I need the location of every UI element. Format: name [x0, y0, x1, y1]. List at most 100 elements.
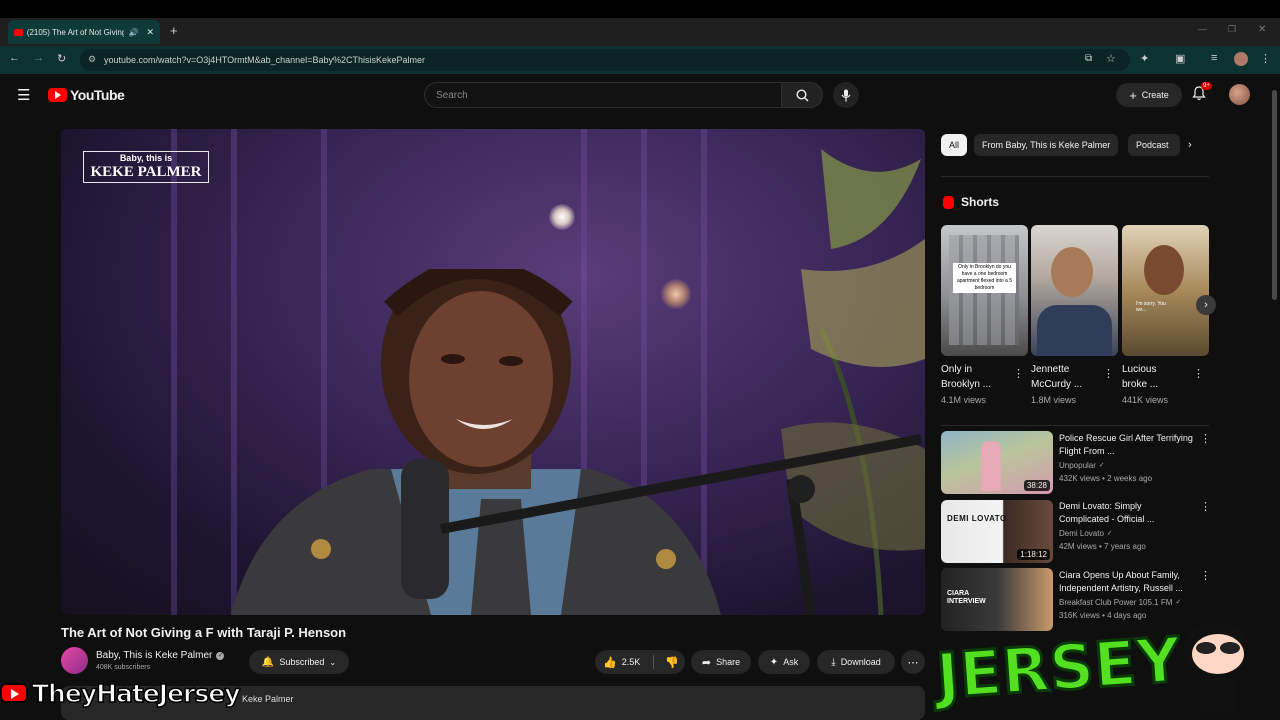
short-title-line: McCurdy ... — [1031, 379, 1083, 390]
short-menu-icon[interactable]: ⋮ — [1193, 367, 1204, 380]
video-title-link[interactable]: Demi Lovato: Simply Complicated - Offici… — [1059, 500, 1194, 526]
browser-menu-icon[interactable]: ⋮ — [1260, 52, 1271, 65]
channel-name-text: Baby, This is Keke Palmer — [96, 650, 213, 661]
thumbs-up-icon: 👍 — [603, 656, 617, 669]
video-player[interactable]: Baby, this is KEKE PALMER — [61, 129, 925, 615]
short-menu-icon[interactable]: ⋮ — [1013, 367, 1024, 380]
short-thumbnail[interactable]: I'm sorry. You wo... — [1122, 225, 1209, 356]
download-icon: ⤓ — [831, 656, 836, 668]
chip-all[interactable]: All — [941, 134, 968, 156]
create-button[interactable]: + Create — [1116, 83, 1182, 107]
channel-avatar[interactable] — [61, 647, 88, 674]
forward-icon[interactable]: → — [33, 52, 44, 64]
minimize-icon[interactable]: — — [1198, 24, 1207, 34]
streamer-name-overlay: TheyHateJersey — [0, 678, 241, 709]
verified-check-icon: ✓ — [1106, 530, 1113, 537]
shorts-next-button[interactable]: › — [1196, 295, 1216, 315]
video-thumbnail[interactable]: DEMI LOVATO 1:18:12 — [941, 500, 1053, 563]
share-label: Share — [716, 657, 741, 667]
description-preview: Keke Palmer — [242, 694, 294, 704]
search-input[interactable]: Search — [424, 82, 782, 108]
install-app-icon[interactable]: ⧉ — [1085, 53, 1092, 64]
jersey-graffiti-overlay: JERSEY — [930, 621, 1180, 714]
more-horizontal-icon: ⋯ — [907, 656, 919, 669]
channel-name[interactable]: Unpopular ✓ — [1059, 459, 1105, 472]
voice-search-button[interactable] — [833, 82, 859, 108]
video-thumbnail[interactable]: 38:28 — [941, 431, 1053, 494]
search-button[interactable] — [781, 82, 823, 108]
notifications-button[interactable]: 9+ — [1192, 82, 1212, 104]
video-menu-icon[interactable]: ⋮ — [1200, 569, 1211, 582]
cartoon-character-sticker — [1178, 618, 1258, 714]
video-menu-icon[interactable]: ⋮ — [1200, 500, 1211, 513]
reload-icon[interactable]: ↻ — [57, 52, 66, 65]
short-title[interactable]: Lucious broke ... — [1122, 362, 1192, 392]
share-button[interactable]: ➦ Share — [691, 650, 751, 674]
short-person-body — [1037, 305, 1112, 356]
channel-name[interactable]: Demi Lovato ✓ — [1059, 527, 1113, 540]
hamburger-menu-icon[interactable]: ☰ — [17, 86, 30, 104]
media-control-icon[interactable]: ≡ — [1211, 52, 1217, 64]
bookmark-star-icon[interactable]: ☆ — [1106, 52, 1116, 65]
video-title-link[interactable]: Ciara Opens Up About Family, Independent… — [1059, 569, 1194, 595]
video-menu-icon[interactable]: ⋮ — [1200, 432, 1211, 445]
sidebar-divider — [941, 425, 1209, 426]
chevron-down-icon: ⌄ — [329, 657, 337, 667]
page-scrollbar[interactable] — [1272, 90, 1277, 300]
profile-avatar-icon[interactable] — [1234, 52, 1248, 66]
tab-title: (2105) The Art of Not Giving — [26, 27, 125, 37]
youtube-badge-icon — [0, 683, 28, 703]
subscribed-button[interactable]: 🔔 Subscribed ⌄ — [249, 650, 349, 674]
chip-scroll-right-icon[interactable]: › — [1188, 139, 1192, 151]
channel-name-text: Unpopular — [1059, 461, 1096, 470]
maximize-icon[interactable]: ❐ — [1228, 24, 1236, 35]
tab-audio-icon[interactable]: 🔊 — [128, 28, 138, 37]
ask-button[interactable]: ✦ Ask — [758, 650, 810, 674]
chip-podcast[interactable]: Podcast — [1128, 134, 1180, 156]
site-info-icon[interactable]: ⚙ — [88, 54, 96, 65]
download-button[interactable]: ⤓ Download — [817, 650, 895, 674]
divider — [653, 655, 655, 669]
youtube-logo-text: YouTube — [70, 87, 125, 103]
like-button[interactable]: 👍 2.5K — [603, 656, 640, 669]
sidebar-toggle-icon[interactable]: ▣ — [1175, 52, 1185, 65]
streamer-name-text: TheyHateJersey — [31, 678, 241, 709]
shorts-heading: Shorts — [943, 195, 999, 209]
youtube-logo[interactable]: YouTube — [48, 87, 125, 103]
thumbs-down-icon[interactable]: 👎 — [665, 656, 679, 669]
browser-tab[interactable]: (2105) The Art of Not Giving 🔊 ✕ — [8, 20, 160, 44]
share-arrow-icon: ➦ — [701, 656, 712, 669]
thumbnail-caption: DEMI LOVATO — [947, 514, 1007, 523]
download-label: Download — [840, 657, 881, 667]
search-icon — [795, 88, 808, 101]
new-tab-icon[interactable]: + — [170, 23, 178, 38]
microphone-icon — [841, 89, 851, 101]
shorts-logo-icon — [943, 195, 954, 209]
short-title-line: broke ... — [1122, 379, 1159, 390]
short-views: 4.1M views — [941, 395, 987, 405]
more-actions-button[interactable]: ⋯ — [901, 650, 925, 674]
chip-label: All — [949, 140, 960, 150]
back-icon[interactable]: ← — [9, 52, 20, 64]
thumbnail-caption: CIARA INTERVIEW — [947, 590, 986, 605]
short-thumbnail[interactable]: Only in Brooklyn do you have a one bedro… — [941, 225, 1028, 356]
short-title[interactable]: Only in Brooklyn ... — [941, 362, 1011, 392]
account-avatar[interactable] — [1229, 84, 1250, 105]
show-watermark-logo: Baby, this is KEKE PALMER — [83, 151, 209, 183]
short-thumbnail[interactable] — [1031, 225, 1118, 356]
youtube-header: ☰ YouTube Search + Create 9+ — [0, 74, 1280, 116]
video-title-link[interactable]: Police Rescue Girl After Terrifying Flig… — [1059, 432, 1194, 458]
bell-icon: 🔔 — [261, 656, 275, 668]
short-thumbnail-caption: I'm sorry. You wo... — [1136, 301, 1166, 313]
window-close-icon[interactable]: ✕ — [1258, 24, 1266, 35]
address-bar[interactable]: ⚙ youtube.com/watch?v=O3j4HTOrmtM&ab_cha… — [80, 49, 1130, 71]
video-duration: 38:28 — [1023, 480, 1050, 491]
extensions-icon[interactable]: ✦ — [1140, 52, 1149, 65]
chip-from-channel[interactable]: From Baby, This is Keke Palmer — [974, 134, 1119, 156]
short-title[interactable]: Jennette McCurdy ... — [1031, 362, 1101, 392]
channel-name[interactable]: Baby, This is Keke Palmer ✓ — [96, 650, 225, 661]
verified-check-icon: ✓ — [1098, 462, 1105, 469]
tab-close-icon[interactable]: ✕ — [146, 27, 154, 38]
verified-check-icon: ✓ — [216, 651, 225, 660]
short-menu-icon[interactable]: ⋮ — [1103, 367, 1114, 380]
